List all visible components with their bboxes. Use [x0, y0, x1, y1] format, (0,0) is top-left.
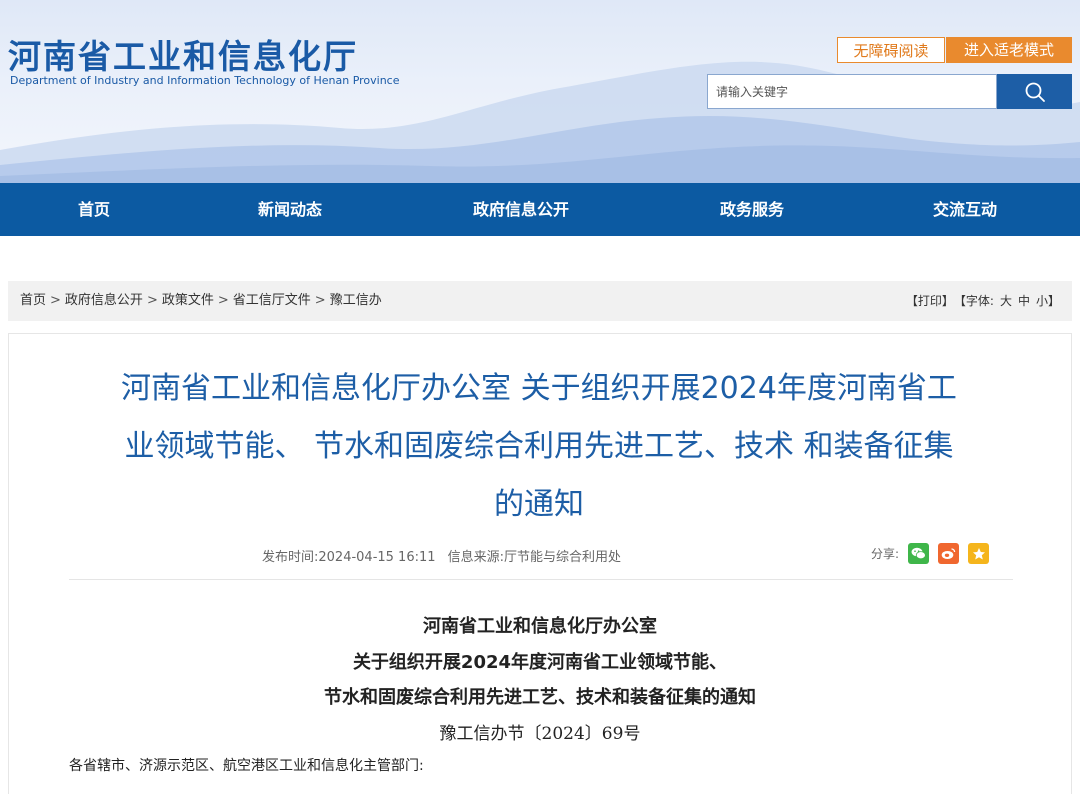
page-tools: 【打印】 【字体: 大中小】 [900, 281, 1060, 321]
doc-heading-line: 河南省工业和信息化厅办公室 [423, 616, 657, 637]
site-logo-title[interactable]: 河南省工业和信息化厅 [8, 30, 358, 78]
breadcrumb-home[interactable]: 首页 [20, 293, 46, 308]
nav-news[interactable]: 新闻动态 [258, 183, 322, 236]
doc-heading-line: 节水和固废综合利用先进工艺、技术和装备征集的通知 [324, 687, 756, 708]
weibo-icon[interactable] [938, 543, 960, 564]
divider [69, 579, 1013, 580]
publish-time: 发布时间:2024-04-15 16:11 [262, 550, 436, 565]
article-container: 河南省工业和信息化厅办公室 关于组织开展2024年度河南省工 业领域节能、 节水… [8, 333, 1072, 794]
article-title-line: 河南省工业和信息化厅办公室 关于组织开展2024年度河南省工 [121, 371, 957, 406]
doc-heading-line: 关于组织开展2024年度河南省工业领域节能、 [352, 652, 728, 673]
share-label: 分享: [871, 547, 900, 561]
breadcrumb: 首页 > 政府信息公开 > 政策文件 > 省工信厅文件 > 豫工信办 [20, 281, 382, 321]
breadcrumb-gov-info[interactable]: 政府信息公开 [65, 293, 143, 308]
article-title-line: 的通知 [494, 487, 584, 522]
search-button[interactable] [997, 74, 1072, 109]
site-header: 河南省工业和信息化厅 Department of Industry and In… [0, 0, 1080, 183]
breadcrumb-separator: > [146, 293, 158, 308]
doc-number: 豫工信办节〔2024〕69号 [439, 724, 641, 744]
search-icon [1025, 82, 1045, 102]
breadcrumb-current[interactable]: 豫工信办 [330, 293, 382, 308]
article-title-line: 业领域节能、 节水和固废综合利用先进工艺、技术 和装备征集 [124, 429, 954, 464]
nav-interaction[interactable]: 交流互动 [933, 183, 997, 236]
font-size-label: 【字体: [959, 294, 994, 308]
breadcrumb-dept-docs[interactable]: 省工信厅文件 [233, 293, 311, 308]
star-icon[interactable] [968, 543, 990, 564]
font-small-button[interactable]: 小 [1036, 294, 1048, 308]
font-large-button[interactable]: 大 [1000, 294, 1012, 308]
breadcrumb-separator: > [50, 293, 61, 308]
breadcrumb-separator: > [217, 293, 229, 308]
font-medium-button[interactable]: 中 [1018, 294, 1030, 308]
main-nav: 首页 新闻动态 政府信息公开 政务服务 交流互动 [0, 183, 1080, 236]
print-button[interactable]: 【打印】 [906, 294, 954, 308]
nav-gov-info[interactable]: 政府信息公开 [473, 183, 569, 236]
search-input[interactable] [707, 74, 997, 109]
breadcrumb-separator: > [314, 293, 326, 308]
wechat-icon[interactable] [908, 543, 930, 564]
article-title: 河南省工业和信息化厅办公室 关于组织开展2024年度河南省工 业领域节能、 节水… [69, 360, 1009, 534]
breadcrumb-policy-docs[interactable]: 政策文件 [162, 293, 214, 308]
nav-home[interactable]: 首页 [78, 183, 110, 236]
share-bar: 分享: [871, 543, 990, 564]
article-meta: 发布时间:2024-04-15 16:11 信息来源:厅节能与综合利用处 [262, 546, 629, 565]
info-source: 信息来源:厅节能与综合利用处 [447, 550, 622, 565]
accessibility-reading-button[interactable]: 无障碍阅读 [837, 37, 945, 63]
site-logo-subtitle: Department of Industry and Information T… [10, 74, 400, 87]
font-size-label-close: 】 [1047, 294, 1060, 308]
salutation: 各省辖市、济源示范区、航空港区工业和信息化主管部门: [69, 758, 424, 774]
breadcrumb-bar: 首页 > 政府信息公开 > 政策文件 > 省工信厅文件 > 豫工信办 【打印】 【字体: 大中小】 [8, 281, 1072, 321]
nav-gov-services[interactable]: 政务服务 [720, 183, 784, 236]
elder-mode-button[interactable]: 进入适老模式 [946, 37, 1072, 63]
